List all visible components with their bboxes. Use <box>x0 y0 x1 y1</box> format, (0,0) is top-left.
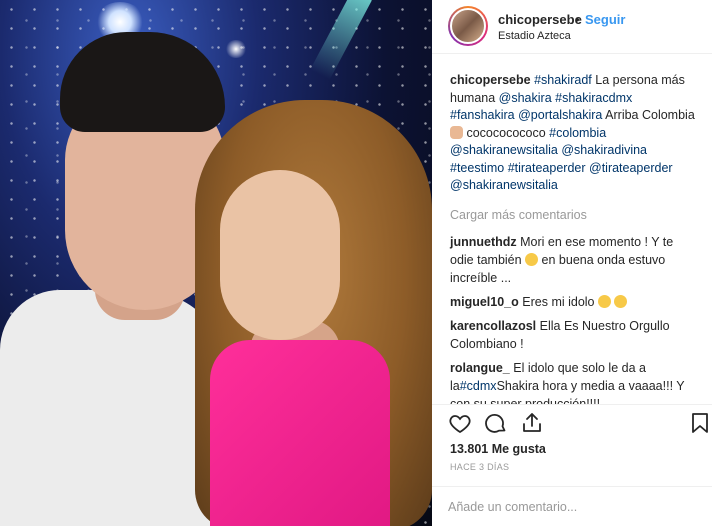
comment-text: Eres mi idolo <box>522 294 598 309</box>
bookmark-icon[interactable] <box>688 411 712 435</box>
caption-tag[interactable]: @shakiradivina <box>561 143 647 157</box>
caption-tag[interactable]: #teestimo <box>450 161 504 175</box>
stage-light <box>225 40 247 58</box>
caption-tag[interactable]: @shakiranewsitalia <box>450 143 558 157</box>
post-sidebar: chicopersebe • Seguir Estadio Azteca chi… <box>432 0 712 526</box>
comment-item: rolangue_ El idolo que solo le da a la#c… <box>450 359 696 405</box>
caption-tag[interactable]: @shakiranewsitalia <box>450 178 558 192</box>
post-actions <box>432 404 712 440</box>
caption-tag[interactable]: @portalshakira <box>518 108 602 122</box>
caption-fragment: cocococococo <box>463 125 550 140</box>
comment-username[interactable]: rolangue_ <box>450 361 510 375</box>
laughing-emoji-icon <box>614 294 628 308</box>
comment-item: karencollazosl Ella Es Nuestro Orgullo C… <box>450 317 696 353</box>
comment-input[interactable] <box>448 495 698 519</box>
caption-author[interactable]: chicopersebe <box>450 73 531 87</box>
avatar[interactable] <box>448 6 488 46</box>
comment-tag[interactable]: #cdmx <box>460 379 497 393</box>
caption-text: #shakiradf La persona más humana @shakir… <box>450 73 695 192</box>
comment-item: miguel10_o Eres mi idolo <box>450 293 696 311</box>
laughing-emoji-icon <box>525 252 539 266</box>
caption-tag[interactable]: @tirateaperder <box>589 161 673 175</box>
likes-count[interactable]: 13.801 Me gusta <box>450 442 546 456</box>
caption-tag[interactable]: #shakiradf <box>534 73 592 87</box>
photo-figure <box>220 170 340 340</box>
photo-figure <box>210 340 390 526</box>
post-caption: chicopersebe #shakiradf La persona más h… <box>450 72 696 195</box>
caption-tag[interactable]: #tirateaperder <box>508 161 586 175</box>
follow-button[interactable]: Seguir <box>585 12 625 27</box>
post-timestamp: HACE 3 DÍAS <box>450 462 510 472</box>
heart-icon[interactable] <box>448 411 472 435</box>
comment-username[interactable]: miguel10_o <box>450 295 519 309</box>
comments-section[interactable]: chicopersebe #shakiradf La persona más h… <box>432 54 712 404</box>
share-icon[interactable] <box>520 411 544 435</box>
avatar-image <box>450 8 486 44</box>
caption-tag[interactable]: @shakira <box>499 91 552 105</box>
post-location[interactable]: Estadio Azteca <box>498 30 571 42</box>
post-username[interactable]: chicopersebe <box>498 12 582 27</box>
separator-dot: • <box>575 12 580 27</box>
hands-emoji-icon <box>450 125 463 139</box>
load-more-comments-button[interactable]: Cargar más comentarios <box>450 207 696 223</box>
post-header: chicopersebe • Seguir Estadio Azteca <box>432 0 712 54</box>
caption-tag[interactable]: #shakiracdmx <box>555 91 632 105</box>
comment-icon[interactable] <box>484 411 508 435</box>
add-comment-bar <box>432 486 712 526</box>
laughing-emoji-icon <box>598 294 611 308</box>
caption-tag[interactable]: #colombia <box>549 126 606 140</box>
comment-item: junnuethdz Mori en ese momento ! Y te od… <box>450 233 696 287</box>
comment-username[interactable]: karencollazosl <box>450 319 536 333</box>
caption-fragment: Arriba Colombia <box>602 108 695 122</box>
post-photo[interactable] <box>0 0 432 526</box>
comment-list: junnuethdz Mori en ese momento ! Y te od… <box>450 233 696 405</box>
caption-tag[interactable]: #fanshakira <box>450 108 515 122</box>
comment-username[interactable]: junnuethdz <box>450 235 517 249</box>
